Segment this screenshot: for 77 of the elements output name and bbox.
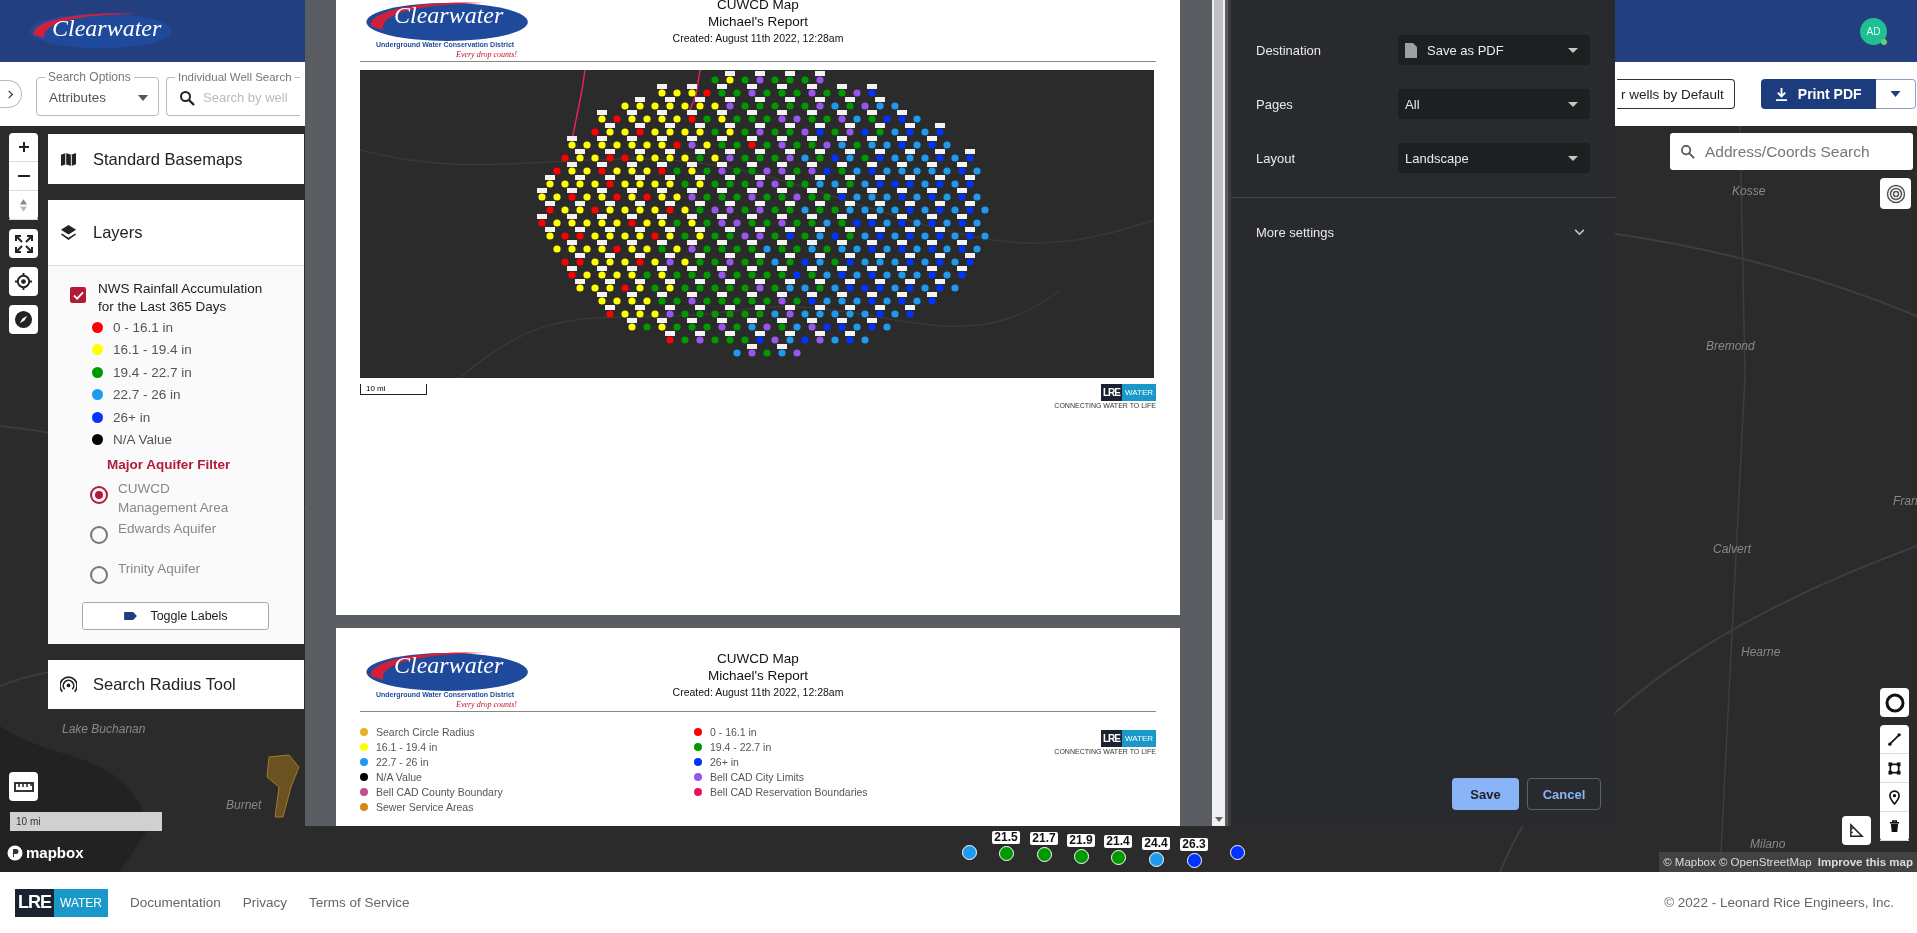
- footer-link[interactable]: Terms of Service: [309, 895, 410, 910]
- scale-bar: 10 mi: [10, 812, 162, 831]
- print-pdf-button[interactable]: Print PDF: [1760, 79, 1876, 109]
- setting-label: Pages: [1256, 96, 1294, 112]
- cancel-button[interactable]: Cancel: [1527, 778, 1601, 810]
- mapbox-logo[interactable]: mapbox: [7, 844, 84, 861]
- lre-water-logo: LRE WATER: [1101, 730, 1156, 747]
- well-value-label: 21.4: [1104, 835, 1132, 848]
- search-options-select[interactable]: Search Options Attributes: [36, 70, 159, 116]
- toggle-labels-button[interactable]: Toggle Labels: [82, 602, 269, 630]
- logo-text: Clearwater: [394, 652, 504, 678]
- legend-label: Bell CAD Reservation Boundaries: [710, 785, 868, 798]
- setting-select[interactable]: Save as PDF: [1398, 35, 1590, 65]
- well-value-label: 26.3: [1180, 838, 1208, 851]
- report-created-date: Created: August 11th 2022, 12:28am: [672, 31, 844, 46]
- scale-bar: 10 mi: [360, 384, 427, 395]
- setting-label: Layout: [1256, 150, 1297, 166]
- well-search-field[interactable]: Individual Well Search Search by well: [166, 70, 300, 116]
- report-subtitle: Michael's Report: [707, 667, 809, 684]
- place-label: Burnet: [226, 798, 262, 812]
- place-label: Kosse: [1732, 184, 1766, 198]
- legend-label: 26+ in: [710, 755, 739, 768]
- improve-map-link[interactable]: Improve this map: [1817, 856, 1913, 868]
- save-button[interactable]: Save: [1452, 778, 1519, 810]
- more-settings-toggle[interactable]: More settings: [1231, 198, 1615, 266]
- legend-label: N/A Value: [113, 432, 173, 448]
- well-value-label: 21.7: [1030, 832, 1058, 845]
- address-search-field[interactable]: Address/Coords Search: [1670, 133, 1913, 170]
- legend-label: Bell CAD City Limits: [710, 770, 804, 783]
- place-label: Milano: [1750, 837, 1786, 851]
- search-radius-panel[interactable]: Search Radius Tool: [48, 660, 304, 709]
- default-wells-button[interactable]: r wells by Default: [1617, 79, 1735, 109]
- report-title: CUWCD Map: [717, 0, 799, 13]
- panel-title: Layers: [93, 223, 143, 242]
- setting-label: Destination: [1256, 42, 1323, 58]
- legend-label: 26+ in: [113, 409, 151, 425]
- report-title: CUWCD Map: [717, 650, 799, 667]
- aquifer-option-label: CUWCD Management Area: [118, 480, 230, 517]
- panel-title: Search Radius Tool: [93, 675, 236, 694]
- legend-label: 16.1 - 19.4 in: [113, 342, 192, 358]
- legend-label: 19.4 - 22.7 in: [710, 740, 772, 753]
- legend-label: 19.4 - 22.7 in: [113, 364, 192, 380]
- lre-water-logo: LRE WATER: [1101, 384, 1156, 401]
- legend-label: 22.7 - 26 in: [113, 387, 181, 403]
- report-created-date: Created: August 11th 2022, 12:28am: [672, 685, 844, 700]
- attribution-text: © Mapbox © OpenStreetMap: [1663, 856, 1812, 868]
- setting-select[interactable]: All: [1398, 89, 1590, 119]
- logo-slogan: Every drop counts!: [456, 50, 518, 60]
- footer-link[interactable]: Privacy: [242, 895, 288, 910]
- logo-slogan: Every drop counts!: [456, 700, 518, 710]
- filter-title: Major Aquifer Filter: [107, 457, 232, 472]
- panel-title: Standard Basemaps: [93, 149, 243, 169]
- aquifer-option-label: Trinity Aquifer: [118, 560, 202, 578]
- legend-label: N/A Value: [376, 770, 422, 783]
- legend-label: Search Circle Radius: [376, 725, 475, 738]
- legend-label: 22.7 - 26 in: [376, 755, 429, 768]
- lre-water-logo: LRE WATER: [15, 888, 108, 917]
- place-label: Calvert: [1713, 542, 1751, 556]
- place-label: Hearne: [1741, 645, 1781, 659]
- legend-label: 0 - 16.1 in: [710, 725, 757, 738]
- copyright-text: © 2022 - Leonard Rice Engineers, Inc.: [1664, 895, 1894, 910]
- legend-label: Bell CAD County Boundary: [376, 785, 503, 798]
- report-subtitle: Michael's Report: [707, 13, 809, 30]
- legend-label: 0 - 16.1 in: [113, 319, 174, 335]
- logo-text: Clearwater: [52, 15, 162, 41]
- place-label: Fran: [1893, 494, 1917, 508]
- legend-label: Sewer Service Areas: [376, 800, 474, 813]
- footer-link[interactable]: Documentation: [130, 895, 221, 910]
- place-label: Bremond: [1706, 339, 1755, 353]
- place-label: Lake Buchanan: [62, 722, 146, 736]
- layer-name: NWS Rainfall Accumulation for the Last 365 Days: [98, 280, 264, 316]
- basemaps-panel[interactable]: Standard Basemaps: [48, 134, 304, 184]
- search-input[interactable]: Search by well: [203, 90, 295, 105]
- legend-label: 16.1 - 19.4 in: [376, 740, 438, 753]
- setting-select[interactable]: Landscape: [1398, 143, 1590, 173]
- logo-text: Clearwater: [394, 2, 504, 28]
- aquifer-option-label: Edwards Aquifer: [118, 520, 218, 538]
